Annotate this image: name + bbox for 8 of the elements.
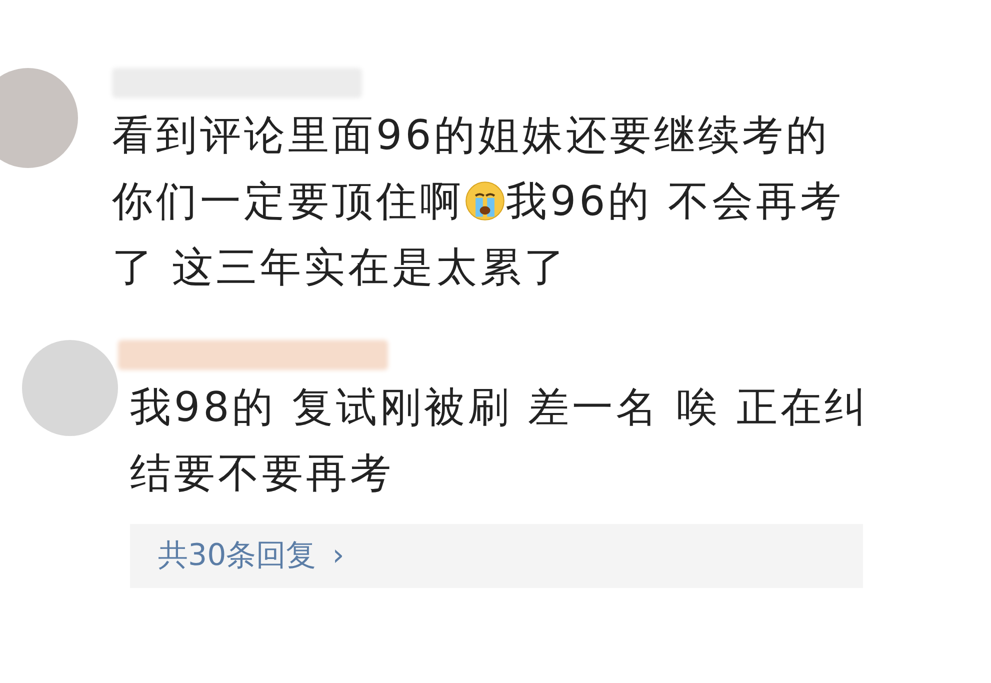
comment-text: 结要不要再考 bbox=[130, 448, 394, 499]
view-replies-link[interactable]: 共30条回复 › bbox=[158, 536, 344, 576]
comment-text: 了 这三年实在是太累了 bbox=[112, 242, 568, 293]
comment-text: 我98的 复试刚被刷 差一名 唉 正在纠 bbox=[130, 382, 868, 433]
comment-text: 我96的 不会再考 bbox=[506, 176, 844, 227]
comment-text: 看到评论里面96的姐妹还要继续考的 bbox=[112, 110, 830, 161]
crying-emoji-icon bbox=[464, 180, 506, 222]
comment-text: 你们一定要顶住啊 bbox=[112, 176, 464, 227]
